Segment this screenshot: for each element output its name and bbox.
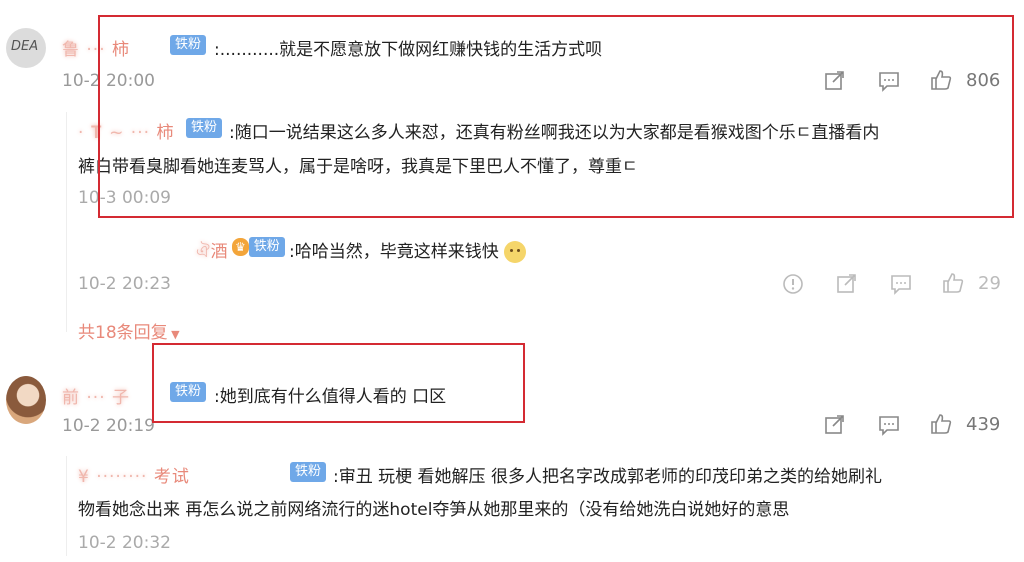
fan-badge: 铁粉 <box>290 461 327 482</box>
share-icon[interactable] <box>824 414 846 436</box>
reply-username[interactable]: ঐ酒 <box>196 237 229 267</box>
comment-icon[interactable] <box>878 414 900 436</box>
more-replies-link[interactable]: 共18条回复 ▼ <box>78 318 180 343</box>
share-icon[interactable] <box>836 273 858 295</box>
like-icon[interactable] <box>942 272 964 294</box>
chevron-down-icon: ▼ <box>167 328 180 341</box>
reply-username[interactable]: ¥ ········ 考试 <box>78 462 190 487</box>
avatar[interactable] <box>6 376 46 424</box>
like-icon[interactable] <box>930 413 952 435</box>
like-count: 439 <box>966 414 1001 435</box>
highlight-box <box>152 343 525 423</box>
username[interactable]: 前 ··· 子 <box>62 383 130 408</box>
reply-text-line2: 物看她念出来 再怎么说之前网络流行的迷hotel夺笋从她那里来的（没有给她洗白说… <box>78 500 790 520</box>
avatar[interactable]: DEA <box>6 28 46 68</box>
report-icon[interactable] <box>782 273 804 295</box>
reply-text-line1: :审丑 玩梗 看她解压 很多人把名字改成郭老师的印茂印弟之类的给她刷礼 <box>333 467 882 487</box>
fan-badge: 铁粉 <box>248 236 285 257</box>
timestamp: 10-2 20:23 <box>78 274 171 294</box>
highlight-box <box>98 15 1014 218</box>
timestamp: 10-2 20:32 <box>78 533 171 553</box>
doge-emoji-icon <box>504 241 527 263</box>
like-count: 29 <box>978 273 1001 294</box>
timestamp: 10-2 20:19 <box>62 416 155 436</box>
crown-icon: ♛ <box>232 237 249 256</box>
reply-divider <box>66 456 67 556</box>
reply-divider <box>66 112 67 332</box>
comment-icon[interactable] <box>890 273 912 295</box>
reply-text: :哈哈当然，毕竟这样来钱快 <box>289 237 527 263</box>
